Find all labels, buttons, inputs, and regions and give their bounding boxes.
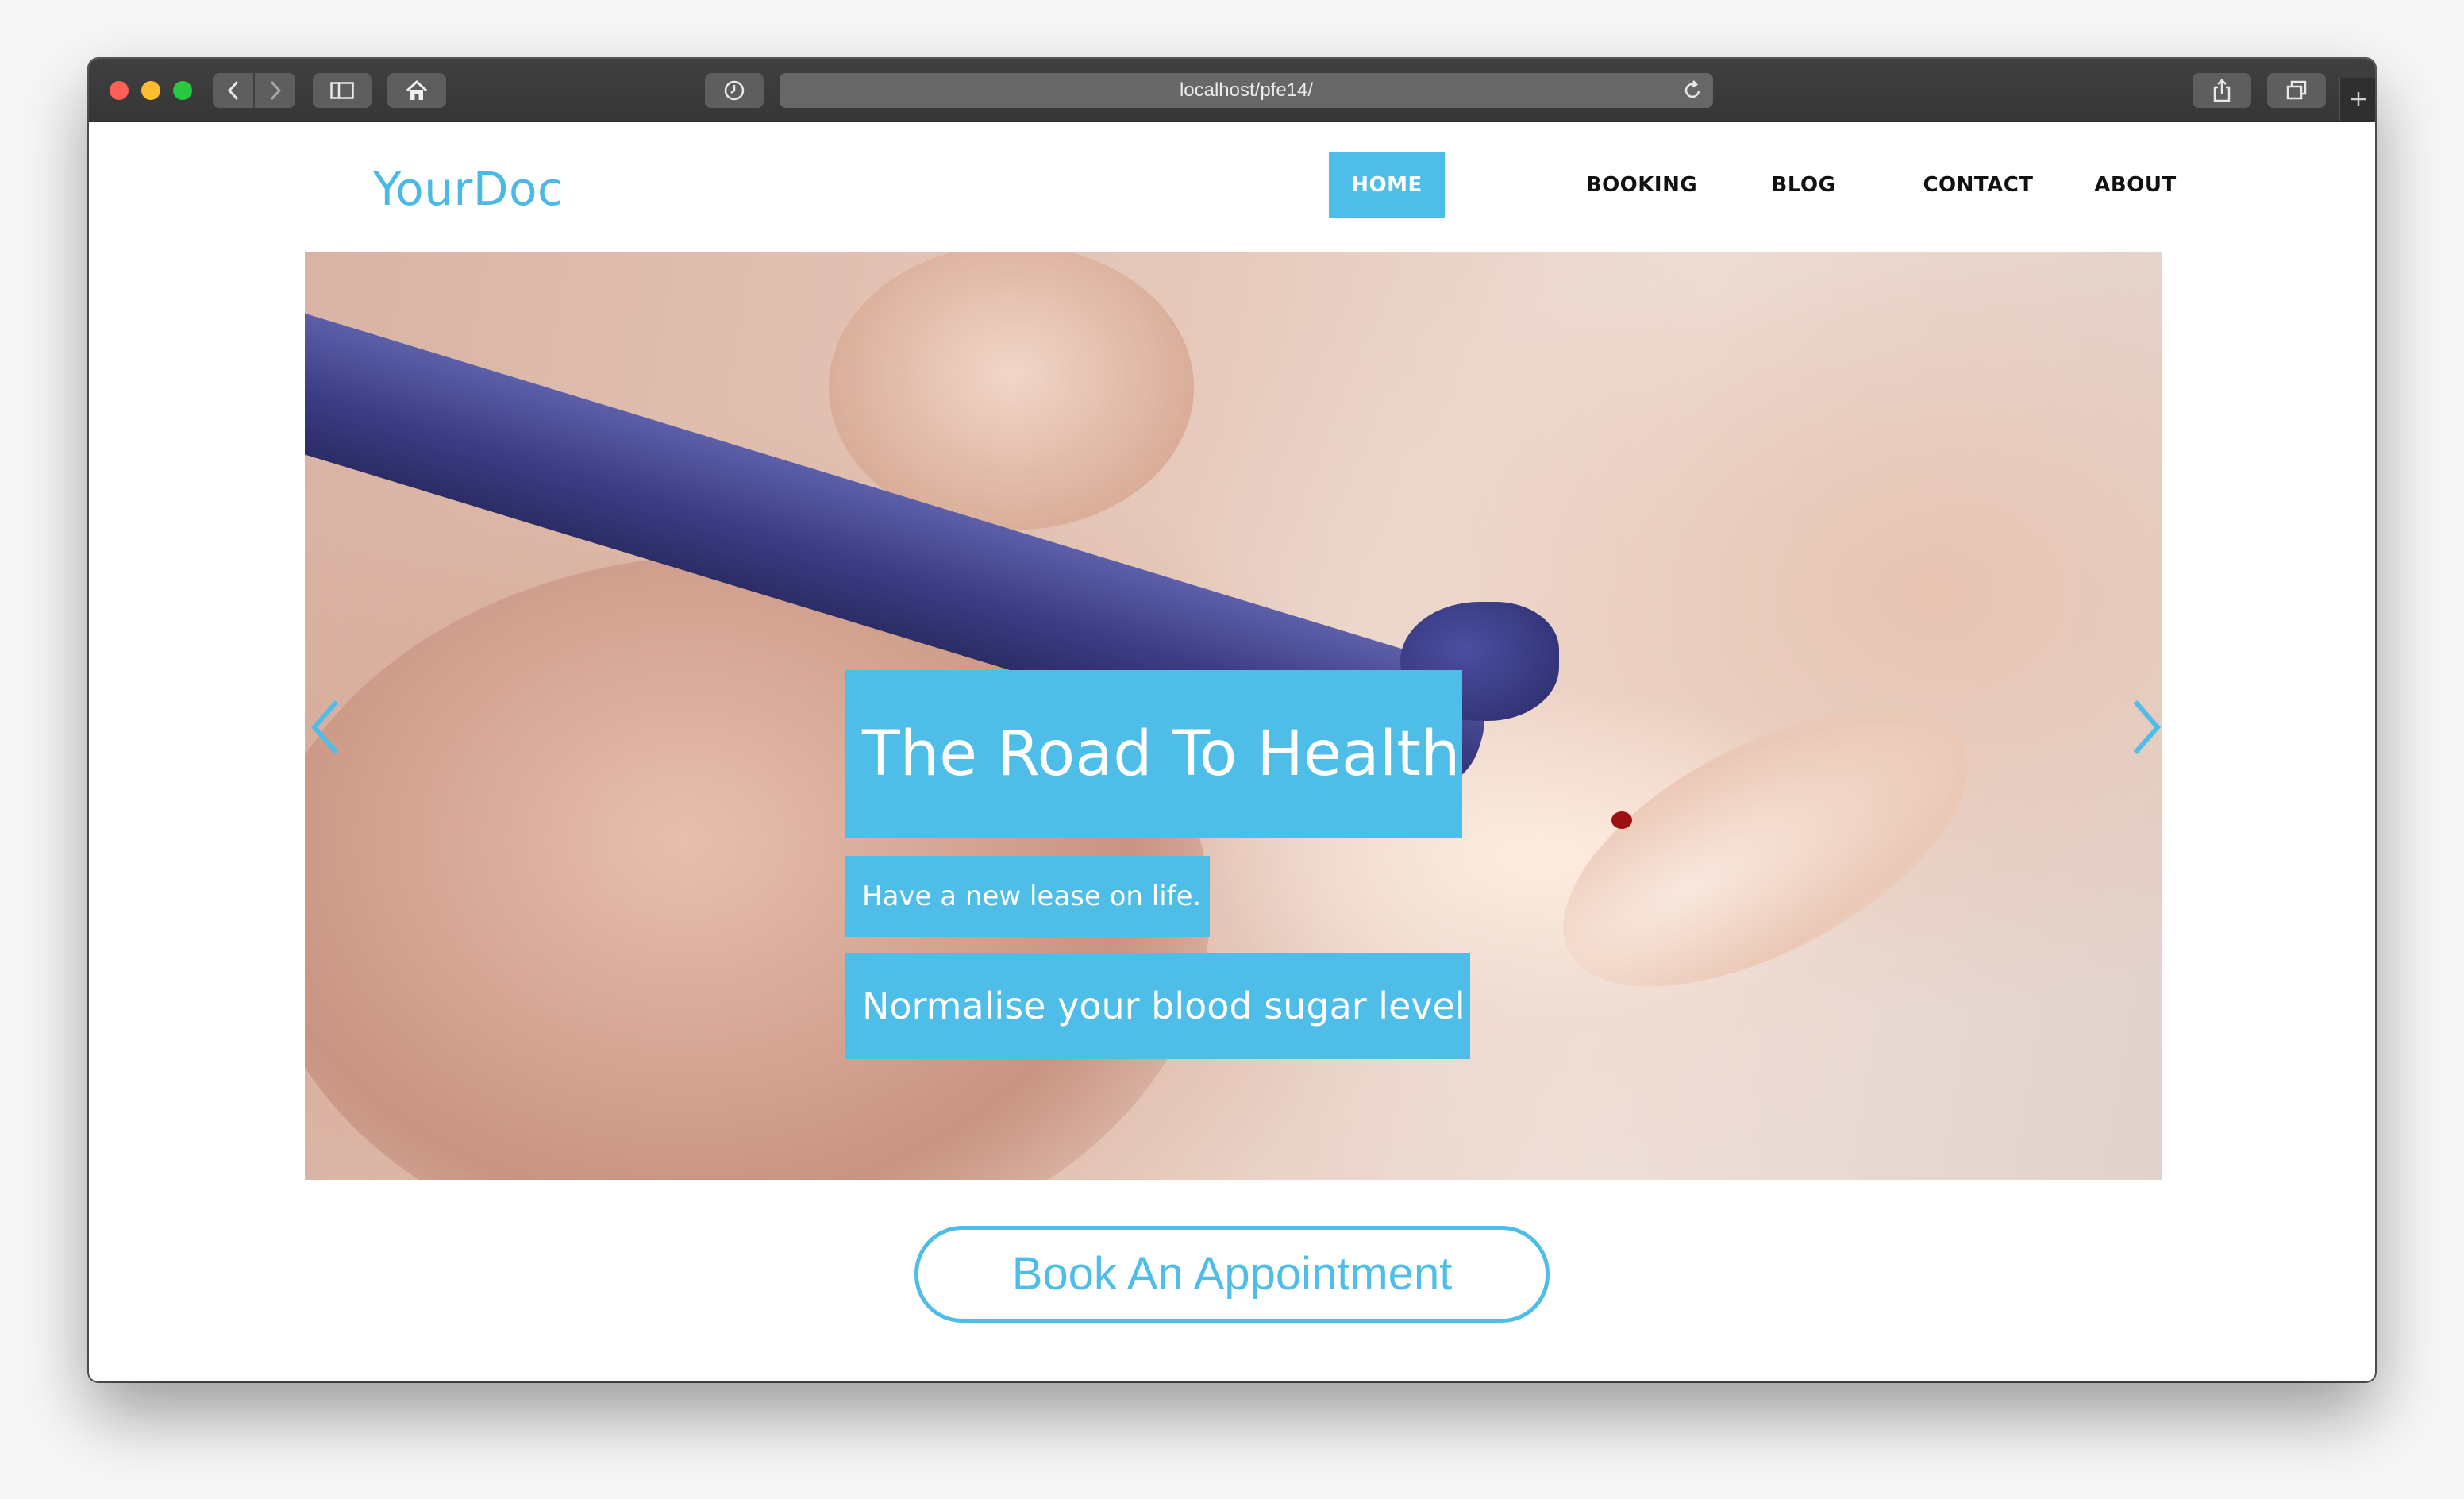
share-icon: [2213, 79, 2231, 102]
back-button[interactable]: [213, 73, 253, 108]
sidebar-button[interactable]: [313, 73, 372, 108]
sidebar-icon: [330, 82, 354, 99]
hero-image-finger: [1520, 652, 2011, 1044]
web-page: YourDoc HOME BOOKING BLOG CONTACT ABOUT …: [89, 122, 2375, 1381]
plus-icon: [2351, 92, 2366, 106]
home-icon: [406, 79, 428, 100]
tabs-button[interactable]: [2267, 73, 2326, 108]
hero-image-blood-drop: [1611, 811, 1632, 829]
nav-contact[interactable]: CONTACT: [1900, 152, 2056, 218]
share-button[interactable]: [2193, 73, 2251, 108]
history-button[interactable]: [705, 73, 764, 108]
book-appointment-button[interactable]: Book An Appointment: [914, 1226, 1550, 1323]
nav-booking[interactable]: BOOKING: [1572, 152, 1711, 218]
carousel-prev-button[interactable]: [305, 697, 345, 757]
chevron-right-icon: [270, 80, 281, 101]
home-button[interactable]: [387, 73, 446, 108]
hero-image-thumb: [829, 252, 1194, 530]
forward-button[interactable]: [255, 73, 295, 108]
url-text: localhost/pfe14/: [1179, 79, 1314, 101]
chevron-left-icon: [227, 80, 238, 101]
back-forward-group: [213, 73, 295, 108]
zoom-window-button[interactable]: [173, 81, 192, 100]
browser-window: localhost/pfe14/ YourDoc HOME BOOKING BL…: [89, 59, 2375, 1381]
clock-icon: [724, 80, 745, 101]
hero-carousel: The Road To Health Have a new lease on l…: [305, 252, 2162, 1180]
main-nav: HOME BOOKING BLOG CONTACT ABOUT: [89, 152, 2375, 218]
nav-home[interactable]: HOME: [1329, 152, 1445, 218]
reload-icon[interactable]: [1681, 79, 1704, 102]
carousel-next-button[interactable]: [2127, 697, 2162, 757]
new-tab-button[interactable]: [2339, 78, 2375, 121]
close-window-button[interactable]: [110, 81, 129, 100]
hero-tagline: Normalise your blood sugar level: [845, 953, 1470, 1059]
address-bar[interactable]: localhost/pfe14/: [780, 73, 1713, 108]
minimize-window-button[interactable]: [141, 81, 160, 100]
hero-title: The Road To Health: [845, 670, 1462, 838]
nav-about[interactable]: ABOUT: [2072, 152, 2199, 218]
tabs-icon: [2286, 80, 2307, 100]
hero-subtitle: Have a new lease on life.: [845, 856, 1210, 937]
nav-blog[interactable]: BLOG: [1756, 152, 1851, 218]
browser-toolbar: localhost/pfe14/: [89, 59, 2375, 122]
